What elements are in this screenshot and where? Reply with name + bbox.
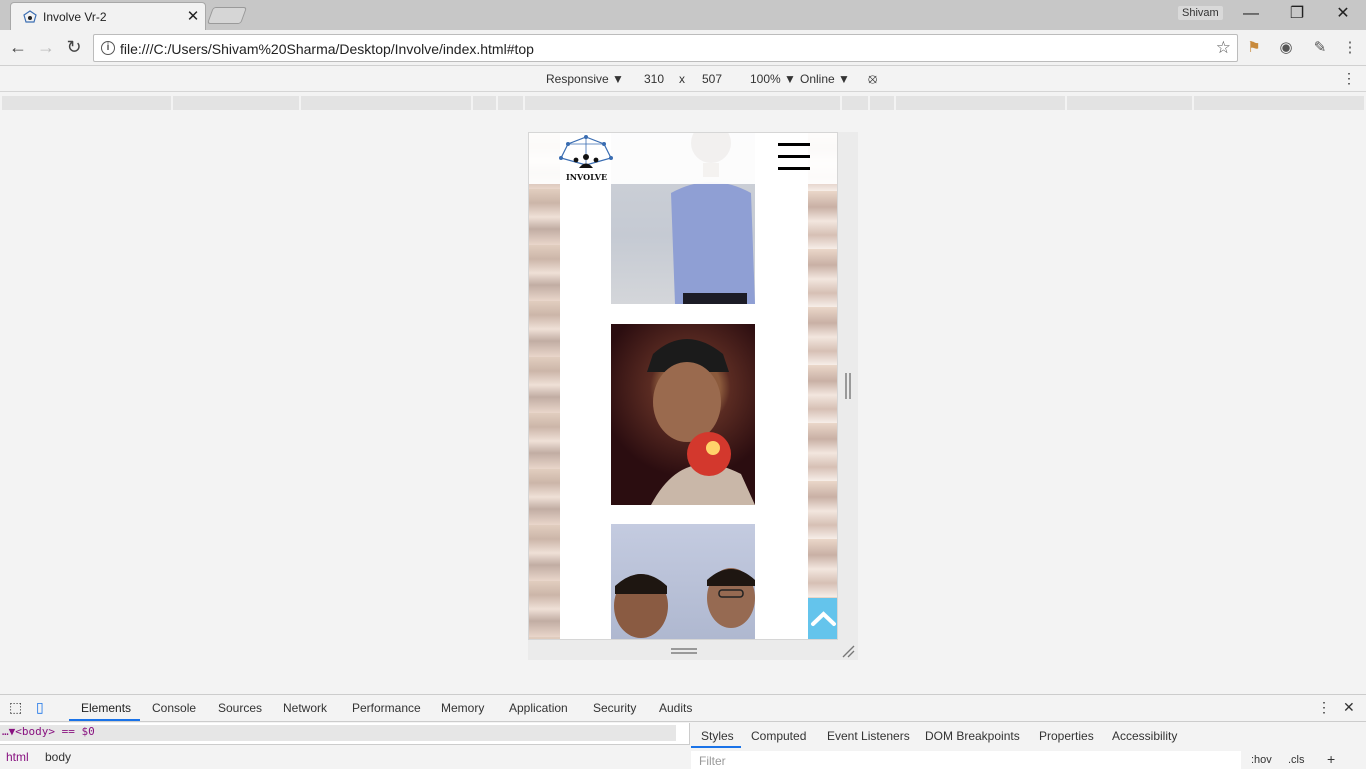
breadcrumb-html[interactable]: html xyxy=(6,750,29,764)
forward-icon[interactable]: → xyxy=(34,36,58,60)
device-mode-select[interactable]: Responsive ▼ xyxy=(546,72,624,86)
width-resize-handle[interactable] xyxy=(845,373,851,399)
height-resize-handle[interactable] xyxy=(671,648,697,654)
new-tab-button[interactable] xyxy=(206,7,248,24)
member-photo-2 xyxy=(611,324,755,505)
tab-elements[interactable]: Elements xyxy=(81,701,131,715)
tab-memory[interactable]: Memory xyxy=(441,701,484,715)
tab-event-listeners[interactable]: Event Listeners xyxy=(827,729,910,743)
device-toggle-icon[interactable]: ▯ xyxy=(36,699,44,716)
corner-resize-handle[interactable] xyxy=(841,644,855,658)
browser-toolbar: ← → ↻ i file:///C:/Users/Shivam%20Sharma… xyxy=(0,30,1366,66)
breadcrumb: html body xyxy=(0,744,690,769)
restore-icon[interactable]: ❐ xyxy=(1274,0,1320,30)
class-toggle[interactable]: .cls xyxy=(1288,754,1305,766)
info-icon[interactable]: i xyxy=(101,41,115,55)
chevron-up-icon xyxy=(811,611,836,626)
back-icon[interactable]: ← xyxy=(6,36,30,60)
tab-network[interactable]: Network xyxy=(283,701,327,715)
styles-filter-input[interactable]: Filter xyxy=(691,751,1241,769)
tab-close-icon[interactable]: ✕ xyxy=(185,7,201,25)
browser-tab[interactable]: Involve Vr-2 ✕ xyxy=(10,2,206,30)
minimize-icon[interactable]: — xyxy=(1228,0,1274,30)
eyedropper-extension-icon[interactable]: ✎ xyxy=(1310,38,1330,58)
active-tab-indicator xyxy=(69,719,140,721)
styles-tab-indicator xyxy=(691,746,741,748)
rotate-icon[interactable]: ⦻ xyxy=(868,70,877,87)
background-collage-left xyxy=(529,133,560,639)
new-style-rule-icon[interactable]: + xyxy=(1327,751,1335,767)
tab-console[interactable]: Console xyxy=(152,701,196,715)
browser-menu-icon[interactable]: ⋮ xyxy=(1340,38,1360,58)
tab-sources[interactable]: Sources xyxy=(218,701,262,715)
styles-pane: Styles Computed Event Listeners DOM Brea… xyxy=(691,723,1366,769)
scroll-to-top-button[interactable] xyxy=(808,598,837,639)
dimension-separator: x xyxy=(679,72,685,86)
tab-properties[interactable]: Properties xyxy=(1039,729,1094,743)
zoom-select[interactable]: 100% ▼ xyxy=(750,72,796,86)
tab-dom-breakpoints[interactable]: DOM Breakpoints xyxy=(925,729,1020,743)
viewport-height-input[interactable]: 507 xyxy=(702,72,722,86)
media-query-bar[interactable] xyxy=(2,96,1364,110)
window-close-icon[interactable]: ✕ xyxy=(1320,0,1366,30)
page-viewport: INVOLVE xyxy=(528,132,838,640)
tab-computed[interactable]: Computed xyxy=(751,729,806,743)
devtools-menu-icon[interactable]: ⋮ xyxy=(1317,699,1331,716)
devtools-close-icon[interactable]: ✕ xyxy=(1343,699,1355,716)
hover-state-toggle[interactable]: :hov xyxy=(1251,754,1272,766)
devtools-panel: ⬚ ▯ Elements Console Sources Network Per… xyxy=(0,694,1366,769)
breadcrumb-body[interactable]: body xyxy=(45,750,71,764)
tab-title: Involve Vr-2 xyxy=(43,10,107,24)
site-favicon-icon xyxy=(23,10,37,23)
profile-name[interactable]: Shivam xyxy=(1178,6,1223,20)
url-text[interactable]: file:///C:/Users/Shivam%20Sharma/Desktop… xyxy=(120,41,534,57)
tab-accessibility[interactable]: Accessibility xyxy=(1112,729,1177,743)
dom-node-body[interactable]: …▼<body> == $0 xyxy=(0,725,676,741)
site-header: INVOLVE xyxy=(529,133,837,184)
network-throttle-select[interactable]: Online ▼ xyxy=(800,72,850,86)
viewport-width-input[interactable]: 310 xyxy=(644,72,664,86)
tab-application[interactable]: Application xyxy=(509,701,568,715)
title-bar: Involve Vr-2 ✕ Shivam — ❐ ✕ xyxy=(0,0,1366,30)
device-more-icon[interactable]: ⋮ xyxy=(1342,70,1356,87)
elements-panel: …▼<body> == $0 html body xyxy=(0,723,690,769)
tab-styles[interactable]: Styles xyxy=(701,729,734,743)
tab-security[interactable]: Security xyxy=(593,701,636,715)
inspect-element-icon[interactable]: ⬚ xyxy=(9,699,22,716)
bookmark-star-icon[interactable]: ☆ xyxy=(1216,38,1231,58)
tab-performance[interactable]: Performance xyxy=(352,701,421,715)
member-photo-3 xyxy=(611,524,755,639)
background-collage-right xyxy=(808,133,837,639)
reload-icon[interactable]: ↻ xyxy=(62,36,86,60)
logo-wordmark: INVOLVE xyxy=(566,172,608,182)
extension-flag-icon[interactable]: ⚑ xyxy=(1244,38,1264,58)
device-toolbar: Responsive ▼ 310 x 507 100% ▼ Online ▼ ⦻… xyxy=(0,67,1366,92)
tab-audits[interactable]: Audits xyxy=(659,701,692,715)
hamburger-menu-icon[interactable] xyxy=(778,143,810,171)
record-extension-icon[interactable]: ◉ xyxy=(1276,38,1296,58)
devtools-tab-bar: ⬚ ▯ Elements Console Sources Network Per… xyxy=(0,695,1366,722)
address-bar[interactable]: i file:///C:/Users/Shivam%20Sharma/Deskt… xyxy=(93,34,1238,62)
